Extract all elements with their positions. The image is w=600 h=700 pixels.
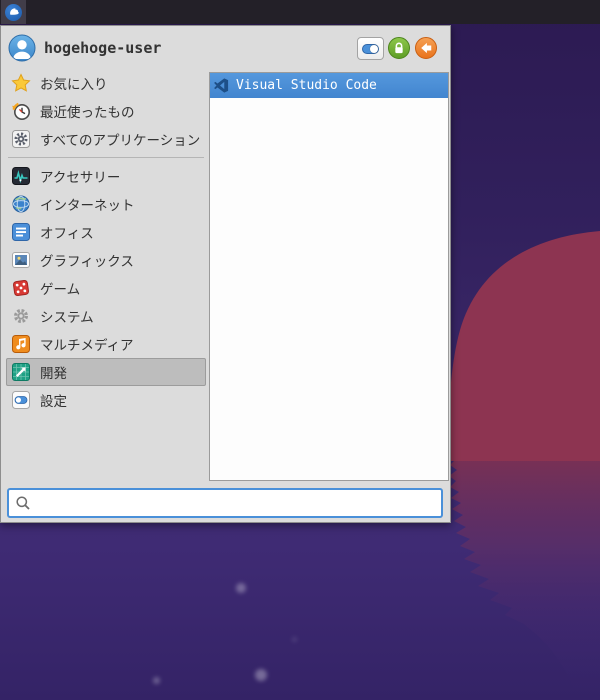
- username: hogehoge-user: [44, 39, 162, 57]
- sun-circle: [448, 231, 600, 461]
- logout-arrow-icon: [421, 42, 432, 54]
- star-icon: [11, 73, 31, 93]
- category-label: すべてのアプリケーション: [40, 133, 201, 148]
- whisker-menu-button[interactable]: [1, 0, 26, 24]
- category-label: システム: [40, 310, 94, 325]
- category-label: 設定: [40, 394, 67, 409]
- category-label: ゲーム: [40, 282, 81, 297]
- bokeh-dot: [292, 637, 297, 642]
- category-item-recent[interactable]: 最近使ったもの: [6, 97, 206, 125]
- settings-toggle-icon: [11, 390, 31, 410]
- category-separator: [6, 153, 206, 162]
- toggle-switch-icon: [362, 43, 379, 54]
- vscode-icon: [214, 78, 229, 93]
- multimedia-note-icon: [11, 334, 31, 354]
- app-item-vscode[interactable]: Visual Studio Code: [210, 73, 448, 98]
- all-applications-gear-icon: [11, 129, 31, 149]
- accessories-pulse-icon: [11, 166, 31, 186]
- bokeh-dot: [236, 583, 246, 593]
- category-item-multimedia[interactable]: マルチメディア: [6, 330, 206, 358]
- category-label: アクセサリー: [40, 170, 121, 185]
- category-label: お気に入り: [40, 77, 108, 92]
- search-box[interactable]: [7, 488, 443, 518]
- category-item-system[interactable]: システム: [6, 302, 206, 330]
- search-input[interactable]: [31, 494, 435, 512]
- office-document-icon: [11, 222, 31, 242]
- category-item-office[interactable]: オフィス: [6, 218, 206, 246]
- category-item-all-applications[interactable]: すべてのアプリケーション: [6, 125, 206, 153]
- category-label: グラフィックス: [40, 254, 134, 269]
- internet-globe-icon: [11, 194, 31, 214]
- user-avatar: [8, 34, 36, 62]
- category-label: インターネット: [40, 198, 135, 213]
- games-dice-icon: [11, 278, 31, 298]
- category-item-favorites[interactable]: お気に入り: [6, 69, 206, 97]
- lock-icon: [395, 42, 403, 54]
- top-panel: [0, 0, 600, 24]
- bokeh-dot: [255, 669, 267, 681]
- category-list: お気に入り 最近使ったもの すべてのアプリケーション アクセサリー インターネッ…: [6, 69, 206, 414]
- category-label: マルチメディア: [40, 338, 134, 353]
- development-icon: [11, 362, 31, 382]
- category-item-graphics[interactable]: グラフィックス: [6, 246, 206, 274]
- application-list: Visual Studio Code: [209, 72, 449, 481]
- category-item-settings[interactable]: 設定: [6, 386, 206, 414]
- recent-clock-icon: [11, 101, 31, 121]
- category-item-accessories[interactable]: アクセサリー: [6, 162, 206, 190]
- settings-toggle-button[interactable]: [357, 37, 384, 60]
- system-gear-icon: [11, 306, 31, 326]
- logout-button[interactable]: [415, 37, 437, 59]
- whisker-menu-window: hogehoge-user お気に入り 最近使ったもの すべてのアプリケーション…: [0, 25, 451, 523]
- graphics-photo-icon: [11, 250, 31, 270]
- category-label: オフィス: [40, 226, 94, 241]
- category-item-games[interactable]: ゲーム: [6, 274, 206, 302]
- lock-screen-button[interactable]: [388, 37, 410, 59]
- app-label: Visual Studio Code: [236, 78, 377, 93]
- search-icon: [16, 496, 30, 510]
- sun-reflection: [449, 461, 600, 700]
- whisker-menu-icon: [5, 3, 22, 21]
- category-item-development[interactable]: 開発: [6, 358, 206, 386]
- category-label: 最近使ったもの: [40, 105, 135, 120]
- category-label: 開発: [40, 366, 67, 381]
- bokeh-dot: [153, 677, 160, 684]
- category-item-internet[interactable]: インターネット: [6, 190, 206, 218]
